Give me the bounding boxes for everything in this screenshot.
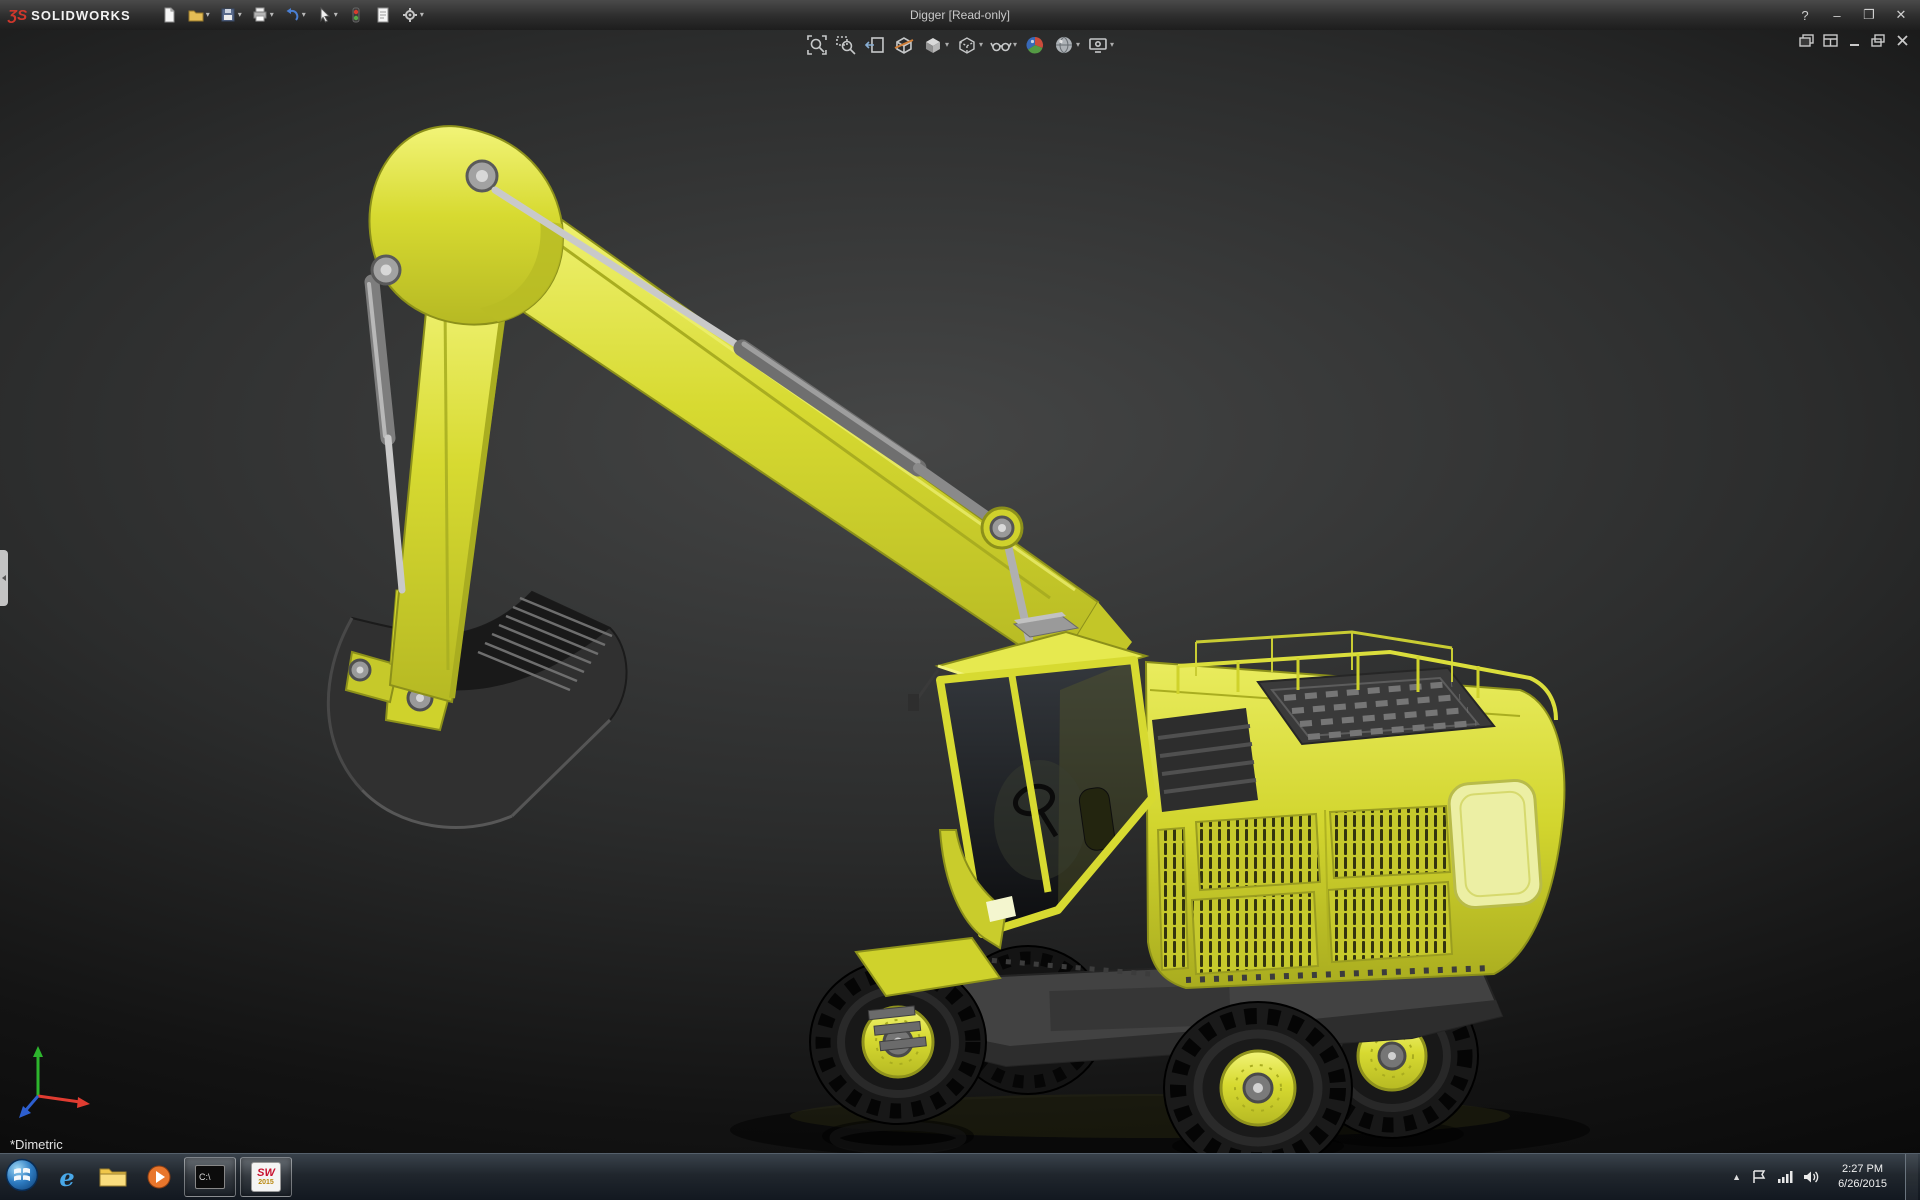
save-icon [219,6,237,24]
restore-button[interactable]: ❐ [1860,7,1878,23]
section-view-button[interactable] [891,33,917,57]
options-button[interactable]: ▾ [398,4,427,26]
file-properties-button[interactable] [371,4,395,26]
boom-elbow[interactable] [369,126,562,324]
rebuild-icon [347,6,365,24]
internet-explorer-icon: e [59,1163,74,1192]
show-hidden-icons-button[interactable]: ▲ [1732,1172,1741,1182]
display-style-button[interactable]: ▾ [954,33,985,57]
previous-view-icon [864,34,886,56]
title-bar: ƷS SOLIDWORKS ▾ [0,0,1920,31]
start-button[interactable] [4,1157,40,1198]
undo-icon [283,6,301,24]
cab[interactable] [908,612,1152,948]
zoom-to-fit-icon [806,34,828,56]
zoom-to-area-icon [835,34,857,56]
save-button[interactable]: ▾ [216,4,245,26]
close-button[interactable]: ✕ [1892,7,1910,23]
view-settings-button[interactable]: ▾ [1085,33,1116,57]
rear-panel [1448,779,1542,909]
restore-doc-icon[interactable] [1871,34,1886,47]
file-properties-icon [374,6,392,24]
open-folder-icon [187,6,205,24]
internet-explorer-button[interactable]: e [46,1158,88,1196]
heads-up-view-toolbar: ▾ ▾ ▾ [804,33,1116,57]
action-center-flag-icon[interactable] [1751,1170,1767,1184]
command-prompt-icon: C:\ [195,1165,225,1189]
close-doc-icon[interactable] [1895,34,1910,47]
new-document-button[interactable] [157,4,181,26]
rear-cab-vent [1152,708,1258,812]
print-button[interactable]: ▾ [248,4,277,26]
undo-button[interactable]: ▾ [280,4,309,26]
zoom-to-fit-button[interactable] [804,33,830,57]
windows-start-orb-icon [4,1157,40,1193]
media-player-button[interactable] [138,1158,180,1196]
eyeglasses-icon [990,34,1012,56]
dassault-logo-icon: ƷS [8,7,27,24]
minimize-doc-icon[interactable] [1847,34,1862,47]
solidworks-logo: ƷS SOLIDWORKS [0,7,143,24]
boom-stick-pin [982,508,1022,548]
media-player-icon [146,1164,172,1190]
feature-manager-collapsed-tab[interactable] [0,550,8,606]
pinned-apps: e C:\ SW 2015 [46,1157,292,1197]
orientation-triad[interactable] [12,1038,104,1126]
quick-access-toolbar: ▾ ▾ ▾ [157,4,427,26]
volume-icon[interactable] [1803,1170,1820,1184]
windows-taskbar: e C:\ SW 2015 [0,1153,1920,1200]
solidworks-2015-button[interactable]: SW 2015 [240,1157,292,1197]
scene-ball-icon [1053,34,1075,56]
tile-windows-icon[interactable] [1823,34,1838,47]
chevron-left-icon [2,575,6,581]
system-tray: ▲ 2:27 PM 6/26/2015 [1732,1154,1920,1200]
open-document-button[interactable]: ▾ [184,4,213,26]
previous-view-button[interactable] [862,33,888,57]
rebuild-button[interactable] [344,4,368,26]
print-icon [251,6,269,24]
hide-show-items-button[interactable]: ▾ [988,33,1019,57]
model-canvas[interactable] [0,30,1920,1154]
display-style-icon [956,34,978,56]
brand-name: SOLIDWORKS [31,8,131,23]
bucket-cylinder[interactable] [369,282,402,590]
network-icon[interactable] [1777,1170,1793,1184]
appearance-ball-icon [1024,34,1046,56]
folder-icon [98,1165,128,1189]
stick-cylinder[interactable] [495,190,995,522]
clock-time: 2:27 PM [1842,1163,1883,1175]
help-button[interactable]: ? [1796,8,1814,23]
select-button[interactable]: ▾ [312,4,341,26]
file-explorer-button[interactable] [92,1158,134,1196]
zoom-to-area-button[interactable] [833,33,859,57]
view-orientation-icon [922,34,944,56]
mirror [908,694,919,711]
clock-date: 6/26/2015 [1838,1178,1887,1190]
command-prompt-button[interactable]: C:\ [184,1157,236,1197]
view-orientation-button[interactable]: ▾ [920,33,951,57]
view-orientation-label: *Dimetric [10,1137,63,1152]
edit-appearance-button[interactable] [1022,33,1048,57]
graphics-area[interactable]: ▾ ▾ ▾ [0,30,1920,1154]
apply-scene-button[interactable]: ▾ [1051,33,1082,57]
select-cursor-icon [315,6,333,24]
section-view-icon [893,34,915,56]
minimize-button[interactable]: – [1828,8,1846,23]
view-settings-icon [1087,34,1109,56]
document-window-controls [1799,34,1910,47]
bucket[interactable] [328,592,626,828]
new-document-icon [160,6,178,24]
taskbar-clock[interactable]: 2:27 PM 6/26/2015 [1830,1162,1895,1192]
window-controls: ? – ❐ ✕ [1796,7,1920,23]
show-desktop-button[interactable] [1905,1154,1918,1200]
options-gear-icon [401,6,419,24]
solidworks-2015-icon: SW 2015 [251,1162,281,1192]
solidworks-window: ƷS SOLIDWORKS ▾ [0,0,1920,1200]
cascade-windows-icon[interactable] [1799,34,1814,47]
